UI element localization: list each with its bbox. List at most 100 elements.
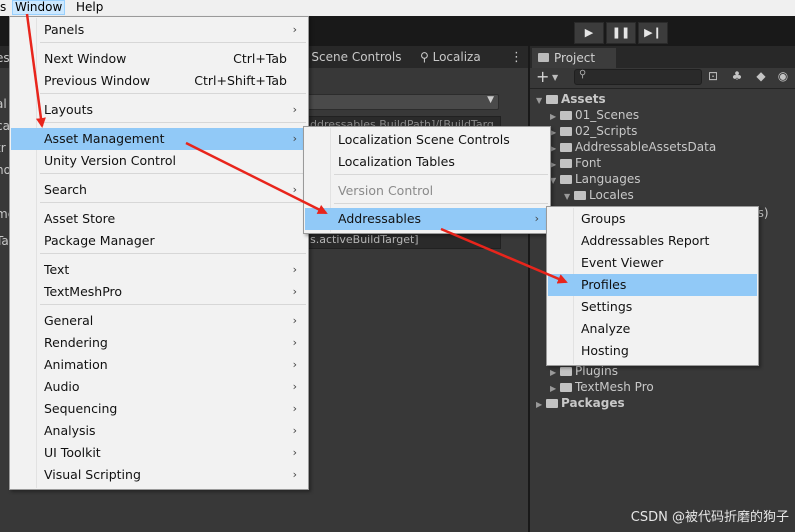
menu-item-label: Version Control [338, 183, 434, 198]
menu-item-localization-tables[interactable]: Localization Tables [305, 151, 549, 173]
tree-item-assets[interactable]: ▼ Assets [536, 91, 606, 107]
tab-scene-controls[interactable]: n Scene Controls [300, 47, 401, 68]
menu-item-label: Sequencing [44, 401, 118, 416]
menu-item-event-viewer[interactable]: Event Viewer [548, 252, 757, 274]
tree-item-font[interactable]: ▶ Font [550, 155, 601, 171]
menu-item-panels[interactable]: Panels › [11, 19, 307, 41]
tree-item-textmesh-pro[interactable]: ▶ TextMesh Pro [550, 379, 654, 395]
menu-item-label: Package Manager [44, 233, 155, 248]
expand-arrow-icon[interactable]: ▼ [550, 173, 560, 189]
menu-item-addressables-report[interactable]: Addressables Report [548, 230, 757, 252]
menu-item-label: Event Viewer [581, 255, 664, 270]
menu-item-textmeshpro[interactable]: TextMeshPro › [11, 281, 307, 303]
menu-item-label: Text [44, 262, 70, 277]
tree-item-label: AddressableAssetsData [575, 140, 717, 154]
chevron-right-icon: › [292, 132, 297, 145]
menu-item-label: Layouts [44, 102, 94, 117]
menu-item-label: Audio [44, 379, 80, 394]
folder-icon [560, 367, 572, 376]
tree-item-addressableassetsdata[interactable]: ▶ AddressableAssetsData [550, 139, 716, 155]
tree-item-label: Plugins [575, 364, 618, 378]
search-by-type-icon[interactable]: ⊡ [706, 69, 720, 83]
folder-icon [538, 53, 549, 62]
folder-icon [560, 143, 572, 152]
menu-window[interactable]: Window [12, 0, 66, 15]
profile-dropdown[interactable]: ▼ [305, 94, 499, 110]
menu-item-unity-version-control[interactable]: Unity Version Control [11, 150, 307, 172]
chevron-right-icon: › [292, 424, 297, 437]
menu-item-asset-store[interactable]: Asset Store [11, 208, 307, 230]
tree-item-languages[interactable]: ▼ Languages [550, 171, 640, 187]
menu-item-text[interactable]: Text › [11, 259, 307, 281]
expand-arrow-icon[interactable]: ▼ [564, 189, 574, 205]
filter-icon[interactable]: ♣ [730, 69, 744, 83]
menu-item-label: Localization Tables [338, 154, 455, 169]
menu-item-asset-management[interactable]: Asset Management › [11, 128, 307, 150]
tree-item-label: 02_Scripts [575, 124, 638, 138]
tree-item-01-scenes[interactable]: ▶ 01_Scenes [550, 107, 639, 123]
menu-item-general[interactable]: General › [11, 310, 307, 332]
menu-item-profiles[interactable]: Profiles [548, 274, 757, 296]
menu-item-label: UI Toolkit [44, 445, 101, 460]
menu-item-next-window[interactable]: Next Window Ctrl+Tab [11, 48, 307, 70]
menu-item-groups[interactable]: Groups [548, 208, 757, 230]
menu-item-search[interactable]: Search › [11, 179, 307, 201]
menu-item-visual-scripting[interactable]: Visual Scripting › [11, 464, 307, 486]
menu-item-label: Addressables [338, 211, 422, 226]
menu-item-layouts[interactable]: Layouts › [11, 99, 307, 121]
tree-item-label: TextMesh Pro [575, 380, 654, 394]
tab-localization-label: Localiza [432, 50, 481, 64]
menu-item-animation[interactable]: Animation › [11, 354, 307, 376]
search-icon: ⚲ [579, 69, 587, 80]
play-button[interactable]: ▶ [574, 22, 604, 44]
menu-item-settings[interactable]: Settings [548, 296, 757, 318]
menu-item-label: Asset Management [44, 131, 165, 146]
watermark-text: CSDN @被代码折磨的狗子 [630, 510, 789, 525]
chevron-right-icon: › [292, 446, 297, 459]
collapse-arrow-icon[interactable]: ▶ [536, 397, 546, 413]
project-search-input[interactable]: ⚲ [574, 69, 702, 85]
folder-icon [546, 95, 558, 104]
menu-item-label: Settings [581, 299, 633, 314]
menu-separator [334, 174, 548, 175]
chevron-right-icon: › [292, 263, 297, 276]
more-options-icon[interactable]: ⋮ [510, 47, 523, 68]
menu-cut-item[interactable]: s [0, 0, 8, 15]
menu-item-hosting[interactable]: Hosting [548, 340, 757, 362]
create-plus-icon[interactable]: + [536, 68, 549, 86]
menu-separator [40, 253, 306, 254]
menu-item-analysis[interactable]: Analysis › [11, 420, 307, 442]
pause-button[interactable]: ❚❚ [606, 22, 636, 44]
label-tag-icon[interactable]: ◆ [754, 69, 768, 83]
menu-separator [40, 122, 306, 123]
menu-item-sequencing[interactable]: Sequencing › [11, 398, 307, 420]
menu-item-label: Panels [44, 22, 85, 37]
hidden-packages-icon[interactable]: ◉ [776, 69, 790, 83]
menu-item-audio[interactable]: Audio › [11, 376, 307, 398]
chevron-down-icon[interactable]: ▼ [552, 69, 558, 87]
chevron-right-icon: › [292, 402, 297, 415]
tree-item-label: Languages [575, 172, 641, 186]
step-button[interactable]: ▶❙ [638, 22, 668, 44]
tab-project[interactable]: Project [532, 48, 616, 68]
menu-item-addressables[interactable]: Addressables › [305, 208, 549, 230]
tree-item-locales[interactable]: ▼ Locales [564, 187, 634, 203]
expand-arrow-icon[interactable]: ▼ [536, 93, 546, 109]
tree-item-packages[interactable]: ▶ Packages [536, 395, 625, 411]
tree-item-02-scripts[interactable]: ▶ 02_Scripts [550, 123, 637, 139]
folder-icon [560, 175, 572, 184]
menu-item-package-manager[interactable]: Package Manager [11, 230, 307, 252]
chevron-right-icon: › [292, 468, 297, 481]
menu-item-label: Profiles [581, 277, 627, 292]
menu-help[interactable]: Help [74, 0, 105, 15]
menu-item-label: Groups [581, 211, 626, 226]
menu-item-analyze[interactable]: Analyze [548, 318, 757, 340]
menu-item-ui-toolkit[interactable]: UI Toolkit › [11, 442, 307, 464]
left-edge-label: al [0, 97, 7, 111]
menu-item-previous-window[interactable]: Previous Window Ctrl+Shift+Tab [11, 70, 307, 92]
menu-item-localization-scene-controls[interactable]: Localization Scene Controls [305, 129, 549, 151]
menu-bar: s Window Help [0, 0, 795, 16]
tab-localization[interactable]: ⚲ Localiza [420, 47, 481, 68]
chevron-right-icon: › [534, 212, 539, 225]
menu-item-rendering[interactable]: Rendering › [11, 332, 307, 354]
